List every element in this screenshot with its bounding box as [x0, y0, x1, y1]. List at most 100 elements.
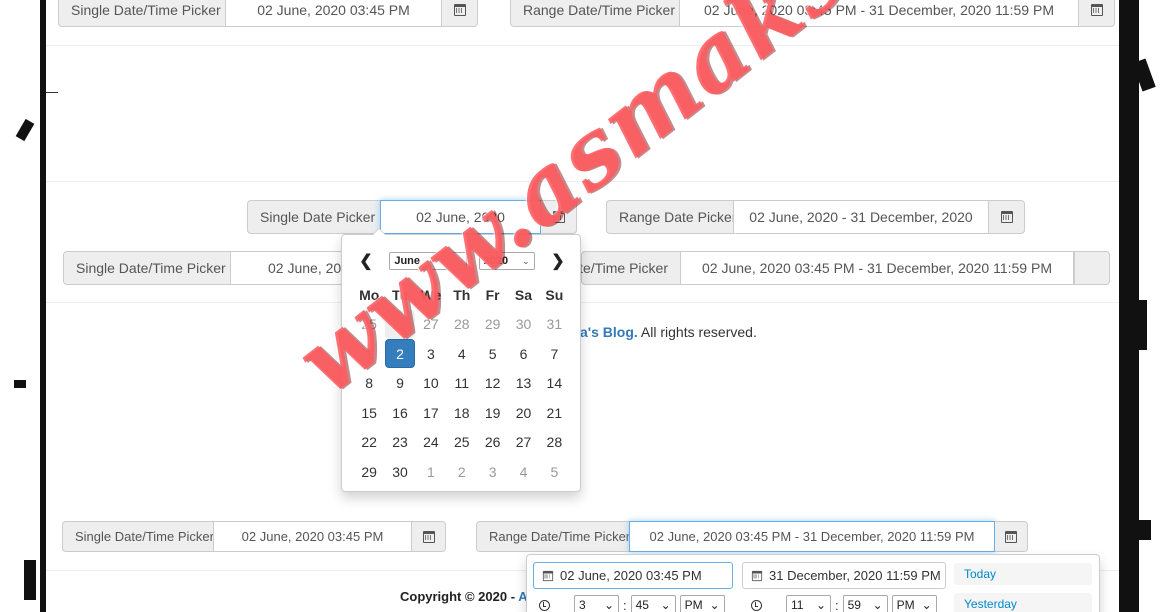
calendar-day[interactable]: 8	[354, 369, 384, 398]
end-hour-value: 11	[791, 598, 804, 612]
time-separator: :	[835, 597, 839, 612]
calendar-button[interactable]	[541, 200, 577, 234]
calendar-day[interactable]: 29	[354, 457, 384, 486]
calendar-day[interactable]: 5	[539, 457, 569, 486]
chevron-left-icon: ❮	[359, 253, 373, 270]
range-datetime-input[interactable]: 02 June, 2020 03:45 PM - 31 December, 20…	[680, 251, 1074, 285]
calendar-day[interactable]: 9	[385, 369, 415, 398]
range-datetime-picker-top: Range Date/Time Picker 02 June, 2020 03:…	[510, 0, 1115, 27]
calendar-day[interactable]: 7	[539, 339, 569, 368]
range-datetime-input[interactable]: 02 June, 2020 03:45 PM - 31 December, 20…	[679, 0, 1079, 27]
calendar-day[interactable]: 30	[385, 457, 415, 486]
calendar-week-row: 1234567	[354, 339, 570, 369]
single-datetime-input[interactable]: 02 June, 2020 03:45 PM	[213, 521, 412, 552]
range-end-input[interactable]: 31 December, 2020 11:59 PM	[742, 562, 946, 589]
calendar-icon	[422, 530, 435, 543]
range-datetime-input[interactable]: 02 June, 2020 03:45 PM - 31 December, 20…	[629, 521, 995, 552]
chevron-right-icon: ❯	[551, 253, 565, 270]
calendar-day[interactable]: 3	[477, 457, 507, 486]
calendar-day[interactable]: 26	[477, 428, 507, 457]
calendar-button[interactable]	[1079, 0, 1115, 27]
calendar-day[interactable]: 4	[508, 457, 538, 486]
calendar-day[interactable]: 27	[416, 310, 446, 339]
frame-left	[0, 0, 46, 612]
single-datetime-picker-top: Single Date/Time Picker 02 June, 2020 03…	[58, 0, 478, 27]
calendar-day[interactable]: 28	[447, 310, 477, 339]
calendar-day[interactable]: 19	[477, 398, 507, 427]
calendar-week-row: 29 30 1 2 3 4 5	[354, 457, 570, 487]
calendar-day[interactable]: 18	[447, 398, 477, 427]
calendar-button[interactable]	[995, 521, 1028, 552]
next-month-button[interactable]: ❯	[546, 250, 570, 272]
start-hour-select[interactable]: 3 ⌄	[574, 595, 619, 612]
calendar-day[interactable]: 30	[508, 310, 538, 339]
calendar-day[interactable]: 20	[508, 398, 538, 427]
calendar-day[interactable]: 22	[354, 428, 384, 457]
calendar-day[interactable]: 28	[539, 428, 569, 457]
calendar-day[interactable]: 16	[385, 398, 415, 427]
end-hour-select[interactable]: 11 ⌄	[786, 595, 831, 612]
month-value: June	[394, 255, 421, 267]
calendar-day[interactable]: 2	[447, 457, 477, 486]
calendar-day[interactable]: 31	[539, 310, 569, 339]
calendar-day[interactable]: 17	[416, 398, 446, 427]
end-minute-select[interactable]: 59 ⌄	[842, 595, 888, 612]
year-select[interactable]: 2020 ⌄	[478, 252, 535, 270]
calendar-day[interactable]: 1	[354, 339, 384, 368]
calendar-day[interactable]: 25	[447, 428, 477, 457]
weekday-label: Tu	[392, 286, 409, 303]
calendar-day[interactable]: 4	[447, 339, 477, 368]
calendar-day[interactable]: 27	[508, 428, 538, 457]
divider	[46, 92, 58, 93]
range-datetime-label: Date/Time Picker	[561, 251, 680, 285]
range-date-input[interactable]: 02 June, 2020 - 31 December, 2020	[733, 200, 989, 234]
calendar-day[interactable]: 25	[354, 310, 384, 339]
calendar-week-row: 25 26 27 28 29 30 31	[354, 309, 570, 340]
range-option-yesterday[interactable]: Yesterday	[954, 593, 1092, 612]
range-start-input[interactable]: 02 June, 2020 03:45 PM	[533, 562, 733, 589]
calendar-day[interactable]: 3	[416, 339, 446, 368]
calendar-day[interactable]: 10	[416, 369, 446, 398]
range-option-today[interactable]: Today	[954, 563, 1092, 585]
calendar-day[interactable]: 2	[384, 339, 416, 368]
start-time-selects: 3 ⌄ : 45 ⌄ PM ⌄	[539, 595, 725, 612]
calendar-day[interactable]: 5	[477, 339, 507, 368]
weekday-label: Mo	[359, 286, 380, 303]
page: Single Date/Time Picker 02 June, 2020 03…	[46, 0, 1119, 612]
calendar-day[interactable]: 1	[416, 457, 446, 486]
start-ampm-select[interactable]: PM ⌄	[679, 595, 725, 612]
calendar-day[interactable]: 21	[539, 398, 569, 427]
calendar-day[interactable]: 15	[354, 398, 384, 427]
blog-link[interactable]: a's Blog.	[580, 324, 638, 340]
calendar-day[interactable]: 13	[508, 369, 538, 398]
prev-month-button[interactable]: ❮	[354, 250, 378, 272]
chevron-down-icon: ⌄	[660, 598, 671, 612]
calendar-icon	[751, 570, 763, 581]
clock-icon	[539, 599, 550, 611]
calendar-day[interactable]: 6	[508, 339, 538, 368]
range-date-picker: Range Date Picker 02 June, 2020 - 31 Dec…	[606, 200, 1025, 234]
copyright-text: Copyright © 2020 -	[400, 589, 519, 604]
single-date-input[interactable]: 02 June, 2020	[380, 200, 541, 234]
calendar-day[interactable]: 24	[416, 428, 446, 457]
calendar-day[interactable]: 26	[384, 309, 416, 339]
frame-brush	[1133, 520, 1151, 540]
single-datetime-input[interactable]: 02 June, 2020 03:45 PM	[225, 0, 442, 27]
calendar-button[interactable]	[442, 0, 478, 27]
start-minute-select[interactable]: 45 ⌄	[630, 595, 676, 612]
weekday-label: Su	[545, 286, 564, 303]
calendar-day[interactable]: 29	[477, 310, 507, 339]
calendar-day[interactable]: 11	[447, 369, 477, 398]
calendar-button[interactable]	[1074, 251, 1110, 285]
end-ampm-select[interactable]: PM ⌄	[891, 595, 937, 612]
calendar-button[interactable]	[412, 521, 446, 552]
single-date-label: Single Date Picker	[247, 200, 380, 234]
end-minute-value: 59	[847, 598, 861, 612]
month-select[interactable]: June ⌄	[389, 252, 468, 270]
calendar-day[interactable]: 12	[477, 369, 507, 398]
calendar-grid: Mo Tu We Th Fr Sa Su 25 26 27 28 29 30 31 1 2 3 4 5 6 7 8 9 10 1…	[354, 280, 570, 487]
calendar-day[interactable]: 14	[539, 369, 569, 398]
calendar-button[interactable]	[989, 200, 1025, 234]
calendar-day[interactable]: 23	[385, 428, 415, 457]
calendar-icon	[552, 211, 565, 223]
